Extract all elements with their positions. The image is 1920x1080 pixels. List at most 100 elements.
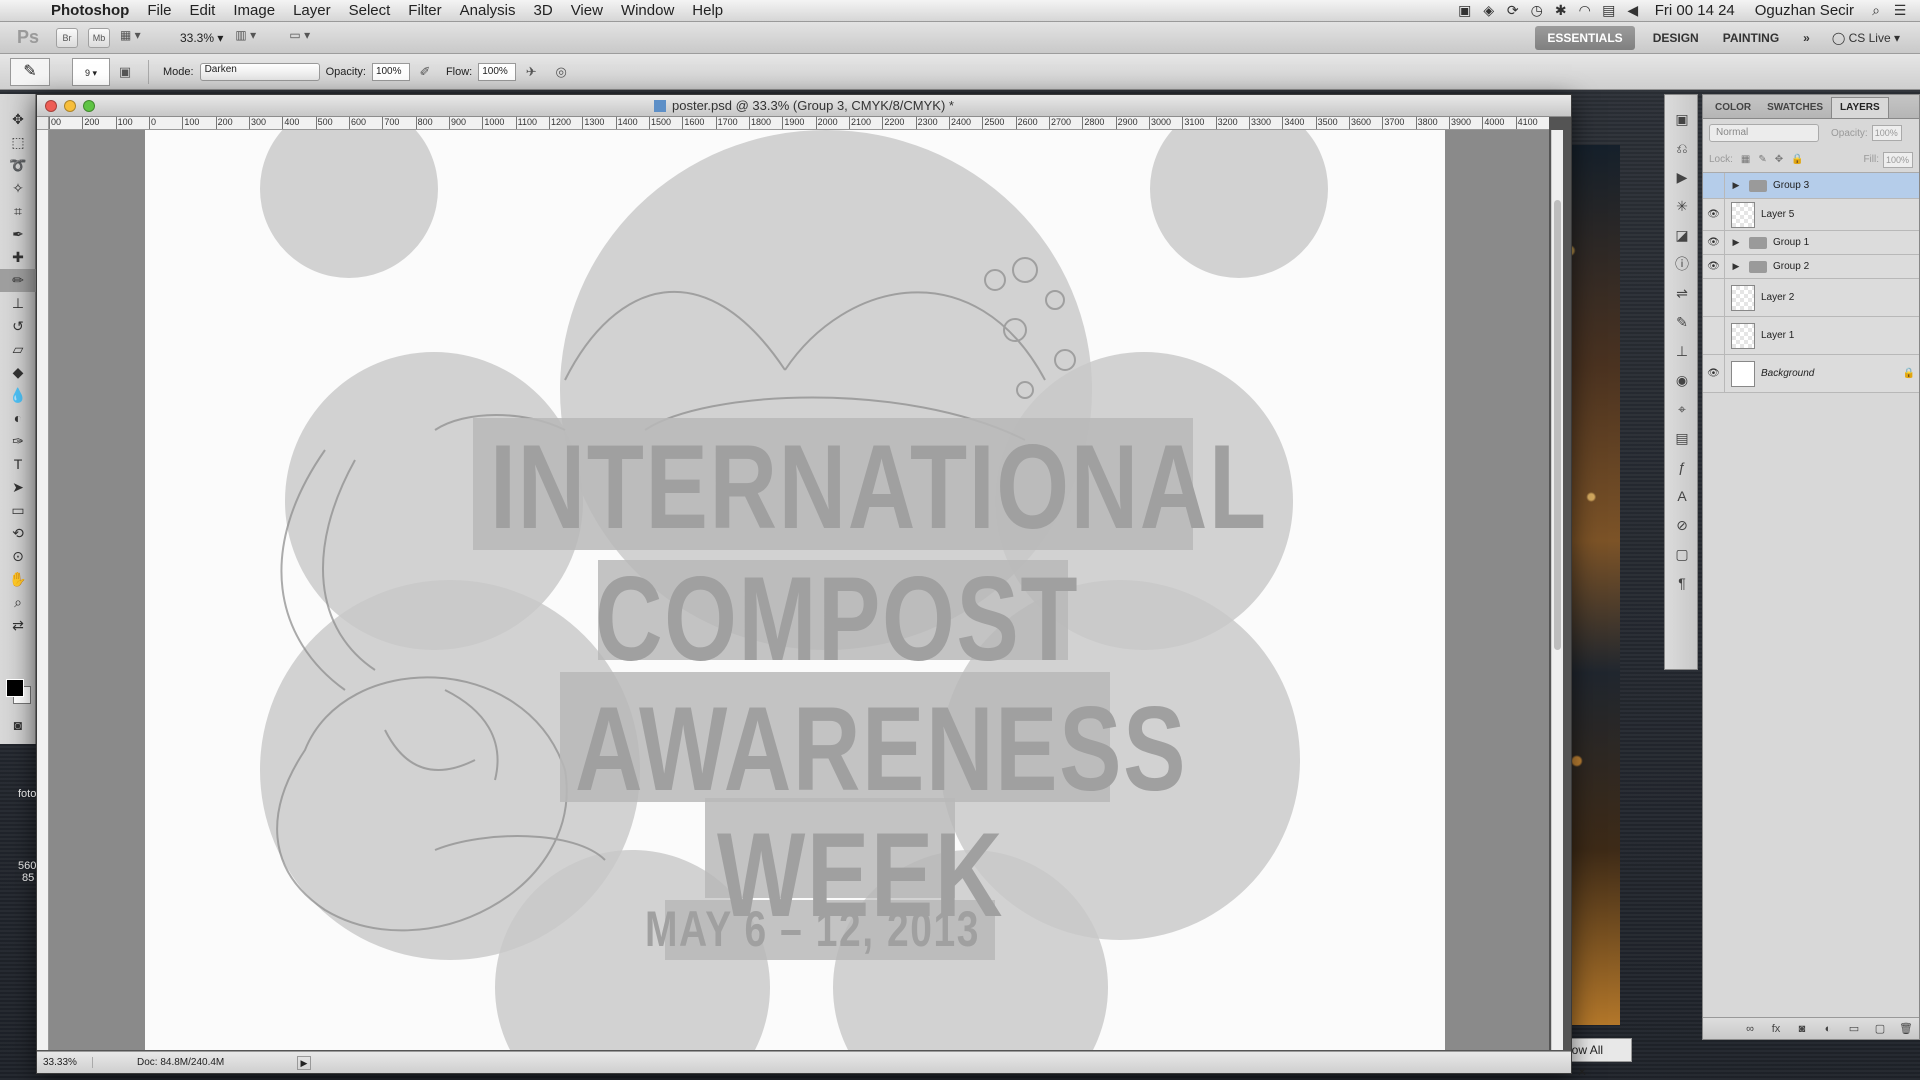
menu-analysis[interactable]: Analysis <box>451 0 525 22</box>
layer-row-group-1[interactable]: 👁 ▶ Group 1 <box>1703 231 1919 255</box>
workspace-painting[interactable]: PAINTING <box>1711 22 1791 54</box>
blur-tool-icon[interactable]: 💧 <box>0 384 36 407</box>
type-tool-icon[interactable]: T <box>0 453 36 476</box>
zoom-window-button[interactable] <box>83 100 95 112</box>
battery-icon[interactable]: ▤ <box>1597 2 1621 19</box>
pressure-opacity-icon[interactable]: ✐ <box>414 64 436 80</box>
menu-clock[interactable]: Fri 00 14 24 <box>1645 2 1745 19</box>
menu-image[interactable]: Image <box>224 0 284 22</box>
notification-center-icon[interactable]: ☰ <box>1888 2 1912 19</box>
paths-panel-icon[interactable]: ⇌ <box>1665 279 1699 308</box>
layer-row-layer-1[interactable]: Layer 1 <box>1703 317 1919 355</box>
new-group-icon[interactable]: ▭ <box>1841 1022 1867 1035</box>
visibility-toggle[interactable] <box>1703 279 1725 316</box>
blend-mode-select[interactable]: Darken <box>199 62 320 81</box>
history-panel-icon[interactable]: ⎌ <box>1665 134 1699 163</box>
document-title-bar[interactable]: poster.psd @ 33.3% (Group 3, CMYK/8/CMYK… <box>37 95 1571 117</box>
pressure-size-icon[interactable]: ◎ <box>550 64 572 80</box>
brush-panel-toggle-icon[interactable]: ▣ <box>114 64 136 80</box>
ruler-origin[interactable] <box>37 117 49 130</box>
cs-live-button[interactable]: ◯ CS Live ▾ <box>1822 31 1920 45</box>
vertical-scrollbar[interactable] <box>1551 130 1563 1050</box>
mini-bridge-button[interactable]: Mb <box>88 27 110 48</box>
quick-mask-icon[interactable]: ◙ <box>0 714 36 737</box>
styles-panel-icon[interactable]: ▤ <box>1665 424 1699 453</box>
masks-panel-icon[interactable]: ◉ <box>1665 366 1699 395</box>
link-layers-icon[interactable]: ∞ <box>1737 1023 1763 1035</box>
lasso-tool-icon[interactable]: ➰ <box>0 154 36 177</box>
eye-icon[interactable]: 👁 <box>1703 231 1725 254</box>
3d-orbit-tool-icon[interactable]: ⊙ <box>0 545 36 568</box>
fx-panel-icon[interactable]: ƒ <box>1665 453 1699 482</box>
layer-row-group-3[interactable]: ▶ Group 3 <box>1703 173 1919 199</box>
healing-brush-tool-icon[interactable]: ✚ <box>0 246 36 269</box>
eye-icon[interactable]: 👁 <box>1703 199 1725 230</box>
close-window-button[interactable] <box>45 100 57 112</box>
volume-icon[interactable]: ◀ <box>1621 2 1645 19</box>
airbrush-icon[interactable]: ✈ <box>520 64 542 80</box>
bluetooth-icon[interactable]: ✱ <box>1549 2 1573 19</box>
move-tool-icon[interactable]: ✥ <box>0 108 36 131</box>
adjustments-panel-icon[interactable]: ◪ <box>1665 221 1699 250</box>
lock-all-icon[interactable]: 🔒 <box>1791 154 1803 165</box>
hand-tool-icon[interactable]: ✋ <box>0 568 36 591</box>
layer-row-group-2[interactable]: 👁 ▶ Group 2 <box>1703 255 1919 279</box>
menu-select[interactable]: Select <box>340 0 400 22</box>
status-menu-arrow-icon[interactable]: ▶ <box>297 1055 311 1070</box>
sync-icon[interactable]: ⟳ <box>1501 2 1525 19</box>
info-panel-icon[interactable]: ⓘ <box>1665 250 1699 279</box>
minimize-window-button[interactable] <box>64 100 76 112</box>
tab-color[interactable]: COLOR <box>1707 98 1759 118</box>
view-extras-button[interactable]: ▦ ▾ <box>120 28 160 48</box>
expand-arrow-icon[interactable]: ▶ <box>1729 180 1743 191</box>
pen-tool-icon[interactable]: ✑ <box>0 430 36 453</box>
brush-preset-picker[interactable]: 9 ▾ <box>72 57 110 86</box>
new-layer-icon[interactable]: ▢ <box>1867 1022 1893 1035</box>
canvas-area[interactable]: INTERNATIONAL COMPOST AWARENESS WEEK MAY… <box>49 130 1549 1050</box>
paint-bucket-tool-icon[interactable]: ◆ <box>0 361 36 384</box>
shape-tool-icon[interactable]: ▭ <box>0 499 36 522</box>
tool-presets-panel-icon[interactable]: ⊘ <box>1665 511 1699 540</box>
menu-help[interactable]: Help <box>683 0 732 22</box>
layer-row-layer-2[interactable]: Layer 2 <box>1703 279 1919 317</box>
lock-pixels-icon[interactable]: ✎ <box>1758 154 1766 165</box>
navigator-panel-icon[interactable]: ⌖ <box>1665 395 1699 424</box>
history-brush-tool-icon[interactable]: ↺ <box>0 315 36 338</box>
eyedropper-tool-icon[interactable]: ✒ <box>0 223 36 246</box>
tab-layers[interactable]: LAYERS <box>1831 97 1889 118</box>
eye-icon[interactable]: 👁 <box>1703 355 1725 392</box>
scroll-thumb[interactable] <box>1554 200 1561 650</box>
workspace-more-button[interactable]: » <box>1791 22 1822 54</box>
menu-3d[interactable]: 3D <box>525 0 562 22</box>
adjustment-layer-icon[interactable]: ◐ <box>1815 1023 1841 1035</box>
screen-mode-button[interactable]: ▭ ▾ <box>289 28 329 48</box>
zoom-tool-icon[interactable]: ⌕ <box>0 591 36 614</box>
layer-row-background[interactable]: 👁 Background 🔒 <box>1703 355 1919 393</box>
foreground-color-swatch[interactable] <box>6 679 24 697</box>
dodge-tool-icon[interactable]: ◐ <box>0 407 36 430</box>
brush-tool-icon[interactable]: ✏ <box>0 269 36 292</box>
status-zoom-field[interactable]: 33.33% <box>37 1057 93 1068</box>
actions-panel-icon[interactable]: ▶ <box>1665 163 1699 192</box>
vertical-ruler[interactable] <box>37 130 49 1050</box>
layer-opacity-input[interactable]: 100% <box>1871 125 1902 141</box>
fill-input[interactable]: 100% <box>1883 151 1913 168</box>
swap-colors-icon[interactable]: ⇄ <box>0 614 36 637</box>
lock-position-icon[interactable]: ✥ <box>1775 154 1783 165</box>
poster-artboard[interactable]: INTERNATIONAL COMPOST AWARENESS WEEK MAY… <box>145 130 1445 1050</box>
wifi-icon[interactable]: ◠ <box>1573 2 1597 19</box>
clone-stamp-tool-icon[interactable]: ⊥ <box>0 292 36 315</box>
visibility-toggle[interactable] <box>1703 317 1725 354</box>
eraser-tool-icon[interactable]: ▱ <box>0 338 36 361</box>
expand-arrow-icon[interactable]: ▶ <box>1729 237 1743 248</box>
dropbox-icon[interactable]: ◈ <box>1477 2 1501 19</box>
paragraph-panel-icon[interactable]: ¶ <box>1665 569 1699 598</box>
time-machine-icon[interactable]: ◷ <box>1525 2 1549 19</box>
lock-transparency-icon[interactable]: ▦ <box>1741 154 1750 165</box>
menu-view[interactable]: View <box>562 0 612 22</box>
character-panel-icon[interactable]: A <box>1665 482 1699 511</box>
layer-blend-mode-select[interactable]: Normal <box>1709 124 1819 142</box>
menu-user[interactable]: Oguzhan Secir <box>1745 2 1864 19</box>
menu-layer[interactable]: Layer <box>284 0 340 22</box>
horizontal-ruler[interactable]: 00 200 100 0 100 200 300 400 500 600 700 800 900 1000… <box>49 117 1549 130</box>
